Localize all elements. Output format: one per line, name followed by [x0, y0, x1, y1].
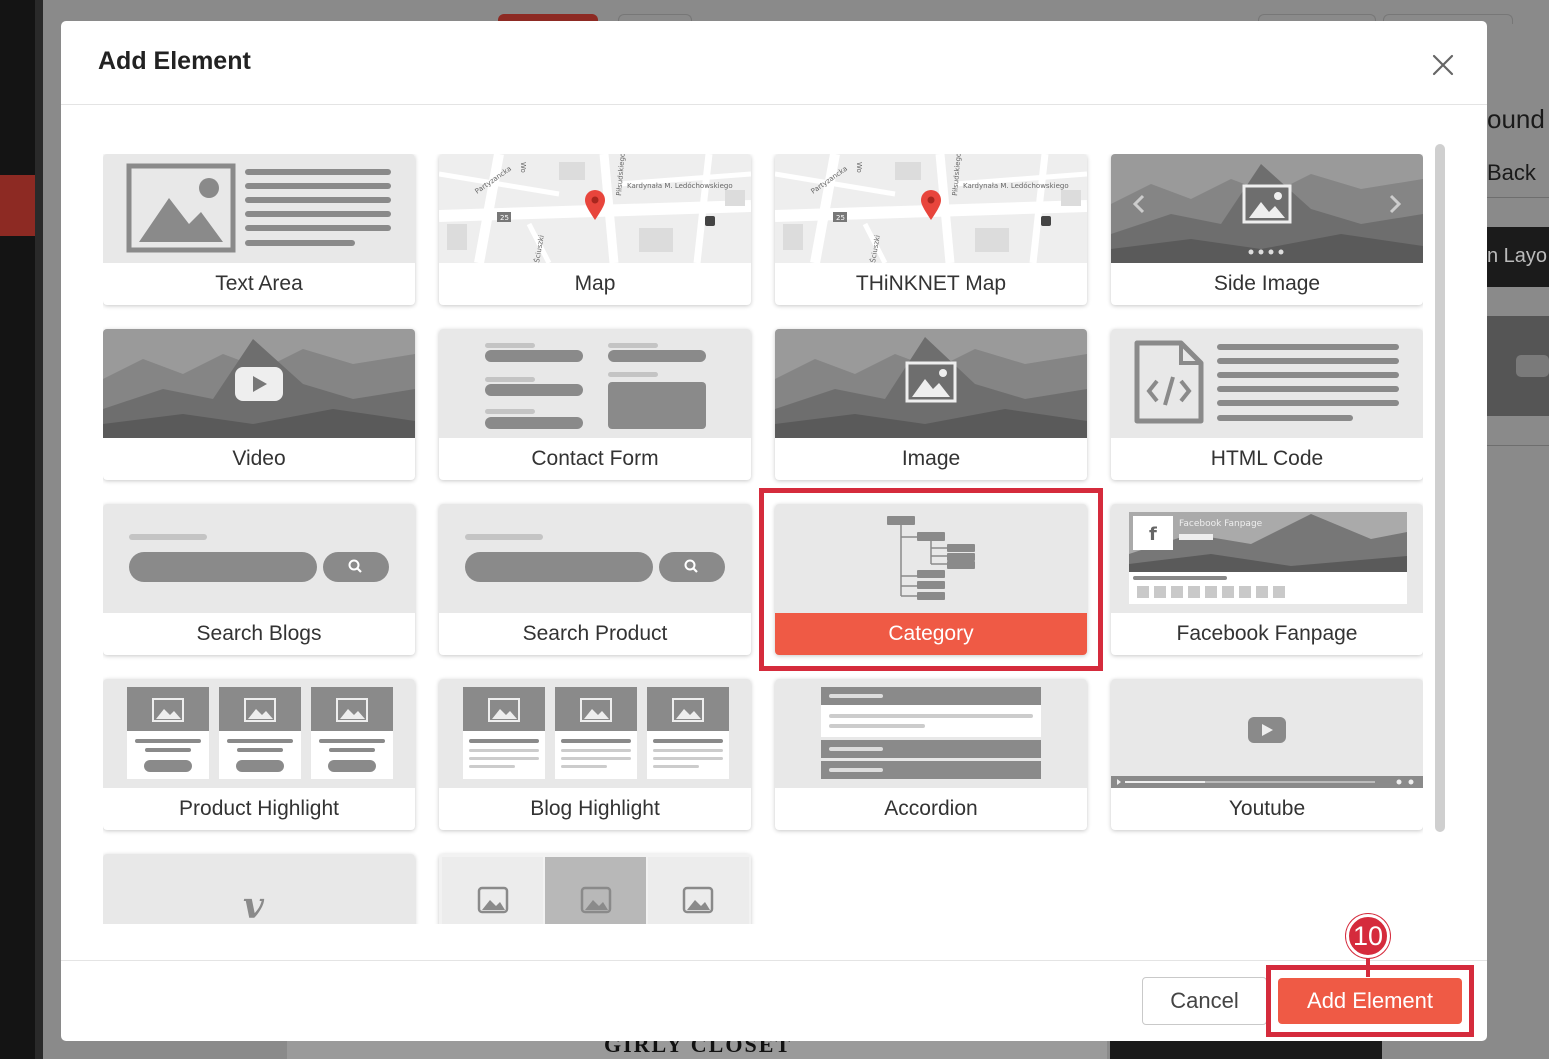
add-element-modal: Add Element Text Area 25 Partyzancka Kar… — [61, 21, 1487, 1041]
element-label: THiNKNET Map — [855, 272, 1007, 295]
facebook-thumbnail: f Facebook Fanpage — [1111, 504, 1423, 613]
facebook-caption: Facebook Fanpage — [1179, 519, 1263, 529]
text-area-thumbnail — [103, 154, 415, 263]
element-label: Search Blogs — [196, 622, 322, 645]
background-heading: ound — [1487, 104, 1545, 134]
background-divider — [1487, 197, 1549, 198]
blog-grid-thumbnail — [439, 679, 751, 788]
element-card-blog-highlight[interactable]: Blog Highlight — [439, 679, 751, 830]
tree-thumbnail — [775, 504, 1087, 613]
element-card-side-image[interactable]: Side Image — [1111, 154, 1423, 305]
element-card-image[interactable]: Image — [775, 329, 1087, 480]
gallery-thumbnail — [439, 854, 751, 924]
background-active-item — [0, 175, 35, 236]
close-icon[interactable] — [1429, 51, 1457, 79]
background-layout-button: n Layo — [1487, 227, 1549, 287]
element-card-accordion[interactable]: Accordion — [775, 679, 1087, 830]
map-street-label: Wo — [519, 162, 527, 173]
map-thumbnail: 25 Partyzancka Kardynała M. Ledóchowskie… — [775, 154, 1087, 263]
vimeo-thumbnail: v — [103, 854, 415, 924]
element-card-vimeo[interactable]: v — [103, 854, 415, 924]
element-label: Video — [232, 447, 286, 470]
background-back-link: Back — [1487, 160, 1536, 185]
modal-body: Text Area 25 Partyzancka Kardynała M. Le… — [61, 106, 1487, 960]
modal-footer: Cancel Add Element — [61, 960, 1487, 1041]
code-thumbnail — [1111, 329, 1423, 438]
step-connector — [1366, 957, 1370, 977]
map-street-label: Wo — [855, 162, 863, 173]
element-card-youtube[interactable]: Youtube — [1111, 679, 1423, 830]
youtube-thumbnail — [1111, 679, 1423, 788]
accordion-thumbnail — [775, 679, 1087, 788]
element-card-product-highlight[interactable]: Product Highlight — [103, 679, 415, 830]
image-thumbnail — [775, 329, 1087, 438]
background-divider — [1487, 445, 1549, 446]
element-label: HTML Code — [1210, 447, 1324, 470]
element-label: Youtube — [1228, 797, 1306, 820]
element-card-search-blogs[interactable]: Search Blogs — [103, 504, 415, 655]
element-label: Image — [901, 447, 961, 470]
element-card-gallery[interactable] — [439, 854, 751, 924]
element-label: Text Area — [215, 272, 303, 295]
search-thumbnail — [439, 504, 751, 613]
background-sidebar-edge — [35, 0, 43, 1059]
element-label: Blog Highlight — [530, 797, 660, 820]
background-footer-dark — [1110, 1040, 1382, 1059]
map-badge: 25 — [500, 214, 509, 222]
background-play-icon — [1516, 355, 1549, 377]
facebook-f-icon: f — [1149, 524, 1157, 545]
slider-thumbnail — [1111, 154, 1423, 263]
element-label: Map — [574, 272, 616, 295]
element-grid: Text Area 25 Partyzancka Kardynała M. Le… — [103, 154, 1423, 924]
step-badge: 10 — [1346, 914, 1390, 958]
element-label: Side Image — [1213, 272, 1321, 295]
add-element-button[interactable]: Add Element — [1278, 978, 1462, 1024]
video-thumbnail — [103, 329, 415, 438]
element-label: Product Highlight — [179, 797, 339, 820]
modal-title: Add Element — [98, 47, 251, 75]
element-card-thinknet-map[interactable]: 25 Partyzancka Kardynała M. Ledóchowskie… — [775, 154, 1087, 305]
scrollbar-thumb[interactable] — [1435, 144, 1445, 832]
element-card-contact-form[interactable]: Contact Form — [439, 329, 751, 480]
vimeo-logo-icon: v — [243, 885, 265, 924]
map-street-label: Kardynała M. Ledóchowskiego — [627, 182, 733, 190]
element-card-html-code[interactable]: HTML Code — [1111, 329, 1423, 480]
element-label: Contact Form — [531, 447, 659, 470]
element-card-map[interactable]: 25 Partyzancka Kardynała M. Ledóchowskie… — [439, 154, 751, 305]
element-card-video[interactable]: Video — [103, 329, 415, 480]
search-thumbnail — [103, 504, 415, 613]
element-label: Accordion — [884, 797, 978, 820]
element-card-text-area[interactable]: Text Area — [103, 154, 415, 305]
element-label: Facebook Fanpage — [1176, 622, 1358, 645]
product-grid-thumbnail — [103, 679, 415, 788]
form-thumbnail — [439, 329, 751, 438]
modal-header: Add Element — [61, 21, 1487, 105]
element-card-facebook-fanpage[interactable]: f Facebook Fanpage Facebook Fanpage — [1111, 504, 1423, 655]
cancel-button[interactable]: Cancel — [1142, 977, 1267, 1025]
element-card-category[interactable]: Category — [775, 504, 1087, 655]
element-card-search-product[interactable]: Search Product — [439, 504, 751, 655]
element-label: Search Product — [522, 622, 668, 645]
map-thumbnail: 25 Partyzancka Kardynała M. Ledóchowskie… — [439, 154, 751, 263]
scrollbar[interactable] — [1432, 144, 1448, 844]
map-street-label: Kardynała M. Ledóchowskiego — [963, 182, 1069, 190]
element-label: Category — [775, 613, 1087, 655]
map-badge: 25 — [836, 214, 845, 222]
background-layout-label: n Layo — [1487, 245, 1548, 267]
